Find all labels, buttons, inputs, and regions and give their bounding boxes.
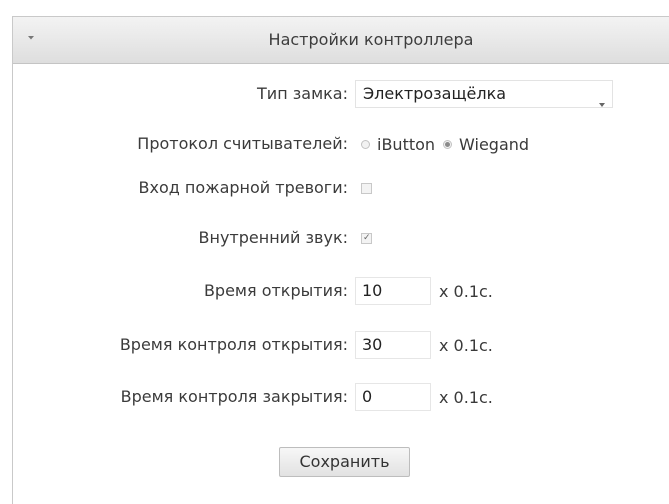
reader-protocol-label: Протокол считывателей: (137, 134, 348, 153)
close-control-time-unit: x 0.1c. (439, 387, 493, 407)
panel-title: Настройки контроллера (268, 30, 474, 49)
radio-ibutton-label: iButton (377, 134, 436, 154)
checkmark-icon: ✓ (363, 232, 371, 243)
internal-sound-label: Внутренний звук: (198, 228, 349, 247)
internal-sound-checkbox[interactable]: ✓ (361, 232, 372, 244)
open-time-input[interactable]: 10 (355, 277, 431, 305)
lock-type-value: Электрозащёлка (363, 84, 507, 103)
lock-type-select[interactable]: Электрозащёлка (355, 80, 613, 108)
internal-sound-row: Внутренний звук: ✓ (13, 223, 669, 253)
fire-alarm-row: Вход пожарной тревоги: (13, 173, 669, 203)
controller-settings-panel: Настройки контроллера Тип замка: Электро… (12, 16, 669, 504)
lock-type-row: Тип замка: Электрозащёлка (13, 79, 669, 109)
open-time-row: Время открытия: 10 x 0.1c. (13, 276, 669, 306)
chevron-down-icon (599, 92, 605, 111)
open-time-label: Время открытия: (203, 281, 348, 300)
fire-alarm-label: Вход пожарной тревоги: (138, 178, 348, 197)
save-button[interactable]: Сохранить (279, 447, 410, 477)
radio-wiegand-label: Wiegand (459, 134, 530, 154)
radio-wiegand[interactable]: Wiegand (443, 135, 529, 154)
open-control-time-row: Время контроля открытия: 30 x 0.1c. (13, 330, 669, 360)
open-control-time-label: Время контроля открытия: (119, 335, 348, 354)
lock-type-label: Тип замка: (257, 84, 348, 103)
open-time-unit: x 0.1c. (439, 281, 493, 301)
close-control-time-row: Время контроля закрытия: 0 x 0.1c. (13, 382, 669, 412)
radio-wiegand-indicator[interactable] (443, 139, 453, 149)
panel-header: Настройки контроллера (13, 17, 669, 64)
close-control-time-label: Время контроля закрытия: (120, 387, 348, 406)
fire-alarm-checkbox[interactable] (361, 182, 372, 194)
close-control-time-input[interactable]: 0 (355, 383, 431, 411)
reader-protocol-row: Протокол считывателей: iButton Wiegand (13, 129, 669, 159)
open-control-time-unit: x 0.1c. (439, 335, 493, 355)
radio-ibutton[interactable]: iButton (361, 135, 435, 154)
open-control-time-input[interactable]: 30 (355, 331, 431, 359)
radio-ibutton-indicator[interactable] (361, 139, 370, 149)
